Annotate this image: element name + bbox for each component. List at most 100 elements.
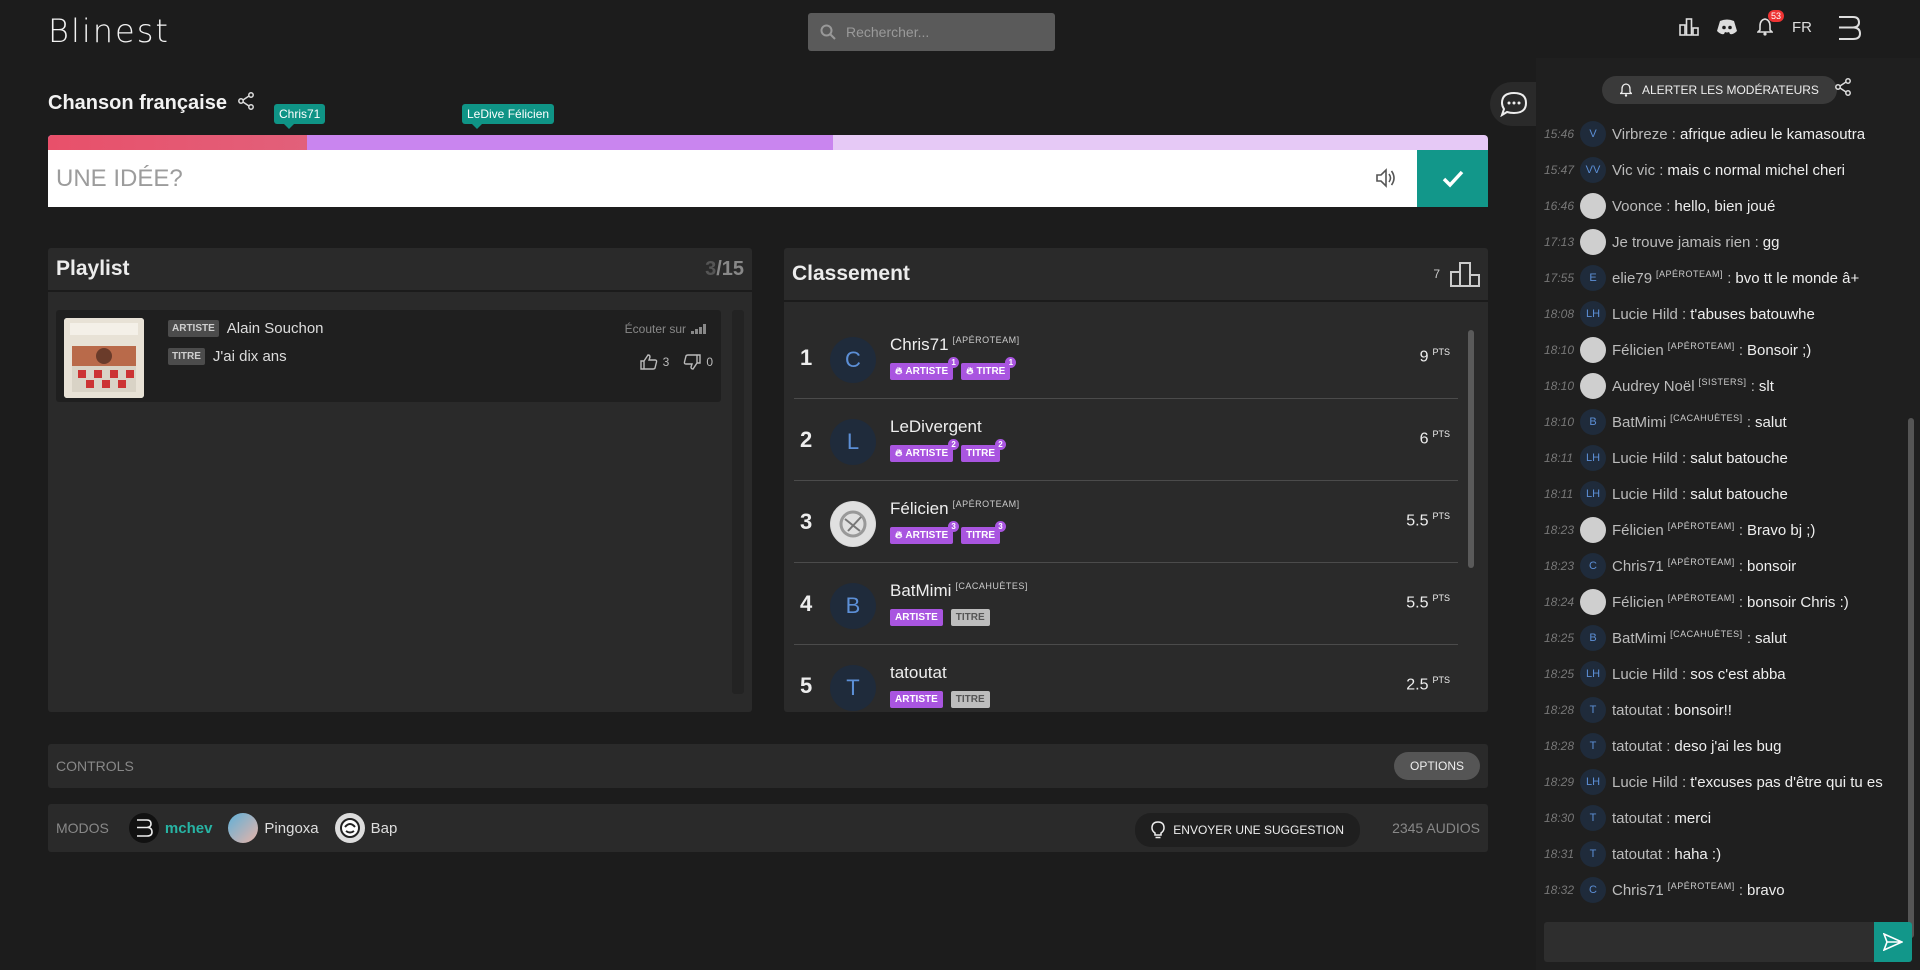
- message-time: 17:13: [1544, 235, 1575, 249]
- app-logo[interactable]: Blinest: [48, 12, 170, 50]
- podium-icon[interactable]: [1450, 261, 1480, 287]
- message-author[interactable]: tatoutat :: [1612, 846, 1670, 863]
- ranking-row[interactable]: 1 C Chris71 [APÉROTEAM] 🔥︎ ARTISTE 1 🔥︎ TITRE 1 9 P…: [794, 317, 1458, 399]
- avatar[interactable]: LH: [1580, 445, 1606, 471]
- message-author[interactable]: Lucie Hild :: [1612, 306, 1686, 323]
- message-text: Bravo bj ;): [1747, 521, 1816, 539]
- chat-share-icon[interactable]: [1834, 78, 1852, 101]
- language-selector[interactable]: FR: [1792, 19, 1812, 36]
- author-name: Chris71: [1612, 558, 1664, 575]
- ranking-title: Classement: [792, 262, 910, 285]
- avatar[interactable]: VV: [1580, 157, 1606, 183]
- artist-position: 2: [948, 439, 960, 450]
- message-author[interactable]: BatMimi [CACAHUÈTES] :: [1612, 413, 1751, 431]
- message-author[interactable]: Chris71 [APÉROTEAM] :: [1612, 557, 1743, 575]
- avatar[interactable]: [1580, 589, 1606, 615]
- avatar[interactable]: LH: [1580, 481, 1606, 507]
- dislike-button[interactable]: 0: [683, 354, 713, 370]
- ranking-scrollbar[interactable]: [1466, 322, 1476, 702]
- avatar[interactable]: [1580, 373, 1606, 399]
- playlist-item[interactable]: ARTISTE Alain Souchon TITRE J'ai dix ans…: [56, 310, 721, 402]
- message-author[interactable]: Félicien [APÉROTEAM] :: [1612, 341, 1743, 359]
- avatar[interactable]: B: [1580, 625, 1606, 651]
- avatar[interactable]: E: [1580, 265, 1606, 291]
- leaderboard-icon[interactable]: [1678, 16, 1700, 38]
- avatar[interactable]: C: [1580, 877, 1606, 903]
- ranking-row[interactable]: 2 L LeDivergent 🔥︎ ARTISTE 2 TITRE 2 6 PTS: [794, 399, 1458, 481]
- message-time: 18:24: [1544, 595, 1575, 609]
- avatar[interactable]: V: [1580, 121, 1606, 147]
- moderator-bap[interactable]: Bap: [334, 813, 397, 843]
- like-button[interactable]: 3: [639, 354, 669, 370]
- dislike-count: 0: [706, 355, 713, 369]
- guess-box[interactable]: [48, 150, 1417, 207]
- avatar[interactable]: [1580, 517, 1606, 543]
- chat-toggle-button[interactable]: [1490, 82, 1538, 126]
- message-author[interactable]: Vic vic :: [1612, 162, 1663, 179]
- message-author[interactable]: tatoutat :: [1612, 702, 1670, 719]
- avatar[interactable]: [1580, 229, 1606, 255]
- moderator-pingoxa[interactable]: Pingoxa: [228, 813, 319, 843]
- message-author[interactable]: tatoutat :: [1612, 738, 1670, 755]
- message-author[interactable]: Félicien [APÉROTEAM] :: [1612, 521, 1743, 539]
- team-tag: [SISTERS]: [1698, 377, 1747, 387]
- message-author[interactable]: Voonce :: [1612, 198, 1670, 215]
- ranking-row[interactable]: 5 Ttatoutat ARTISTE TITRE 2.5 PTS: [794, 645, 1458, 712]
- notification-bell-icon[interactable]: 53: [1754, 10, 1784, 38]
- avatar[interactable]: [1580, 337, 1606, 363]
- ranking-row[interactable]: 3 Félicien [APÉROTEAM] 🔥︎ ARTISTE 3 TITRE 3 5.5 P…: [794, 481, 1458, 563]
- avatar[interactable]: T: [1580, 697, 1606, 723]
- options-button[interactable]: OPTIONS: [1393, 752, 1480, 780]
- discord-icon[interactable]: [1716, 16, 1738, 38]
- flame-icon: 🔥︎: [895, 530, 903, 541]
- message-author[interactable]: Lucie Hild :: [1612, 666, 1686, 683]
- guess-input[interactable]: [56, 164, 1356, 193]
- chat-message-input[interactable]: [1544, 922, 1874, 962]
- playlist-counter: 3/15: [705, 258, 744, 281]
- share-icon[interactable]: [237, 92, 255, 115]
- message-author[interactable]: Virbreze :: [1612, 126, 1676, 143]
- message-author[interactable]: BatMimi [CACAHUÈTES] :: [1612, 629, 1751, 647]
- avatar[interactable]: LH: [1580, 769, 1606, 795]
- avatar[interactable]: T: [1580, 733, 1606, 759]
- message-author[interactable]: Félicien [APÉROTEAM] :: [1612, 593, 1743, 611]
- message-author[interactable]: Chris71 [APÉROTEAM] :: [1612, 881, 1743, 899]
- title-badge-label: TITRE: [955, 612, 985, 623]
- avatar[interactable]: LH: [1580, 661, 1606, 687]
- message-author[interactable]: Lucie Hild :: [1612, 450, 1686, 467]
- message-time: 18:11: [1544, 451, 1574, 465]
- submit-guess-button[interactable]: [1417, 150, 1488, 207]
- alert-moderators-button[interactable]: ALERTER LES MODÉRATEURS: [1602, 76, 1837, 104]
- title-badge-label: TITRE: [976, 366, 1006, 377]
- avatar[interactable]: LH: [1580, 301, 1606, 327]
- rank-number: 4: [800, 591, 813, 616]
- avatar[interactable]: T: [1580, 841, 1606, 867]
- avatar[interactable]: [1580, 193, 1606, 219]
- message-author[interactable]: tatoutat :: [1612, 810, 1670, 827]
- message-text: Bonsoir ;): [1747, 341, 1812, 359]
- chat-message: 17:55 Eelie79 [APÉROTEAM] : bvo tt le monde…: [1536, 260, 1906, 296]
- menu-brand-icon[interactable]: [1836, 14, 1862, 47]
- avatar[interactable]: B: [1580, 409, 1606, 435]
- avatar[interactable]: T: [1580, 805, 1606, 831]
- volume-icon[interactable]: [1375, 168, 1397, 193]
- message-author[interactable]: Lucie Hild :: [1612, 774, 1686, 791]
- chat-scrollbar[interactable]: [1908, 418, 1914, 938]
- message-text: bonsoir Chris :): [1747, 593, 1849, 611]
- send-suggestion-button[interactable]: ENVOYER UNE SUGGESTION: [1135, 813, 1360, 847]
- search-bar[interactable]: [808, 13, 1055, 51]
- artist-badge-label: ARTISTE: [895, 694, 938, 705]
- playlist-scrollbar[interactable]: [732, 310, 744, 694]
- listen-on-link[interactable]: Écouter sur: [625, 322, 709, 336]
- moderator-mchev[interactable]: mchev: [128, 813, 212, 843]
- artist-badge-label: ARTISTE: [905, 366, 949, 377]
- send-message-button[interactable]: [1874, 922, 1912, 962]
- ranking-row[interactable]: 4 B BatMimi [CACAHUÈTES] ARTISTE TITRE 5.5 PTS: [794, 563, 1458, 645]
- artist-finder-tag: Chris71: [274, 104, 326, 129]
- message-author[interactable]: Audrey Noël [SISTERS] :: [1612, 377, 1755, 395]
- message-author[interactable]: Je trouve jamais rien :: [1612, 234, 1759, 251]
- search-input[interactable]: [846, 24, 1046, 40]
- message-author[interactable]: elie79 [APÉROTEAM] :: [1612, 269, 1731, 287]
- avatar[interactable]: C: [1580, 553, 1606, 579]
- message-author[interactable]: Lucie Hild :: [1612, 486, 1686, 503]
